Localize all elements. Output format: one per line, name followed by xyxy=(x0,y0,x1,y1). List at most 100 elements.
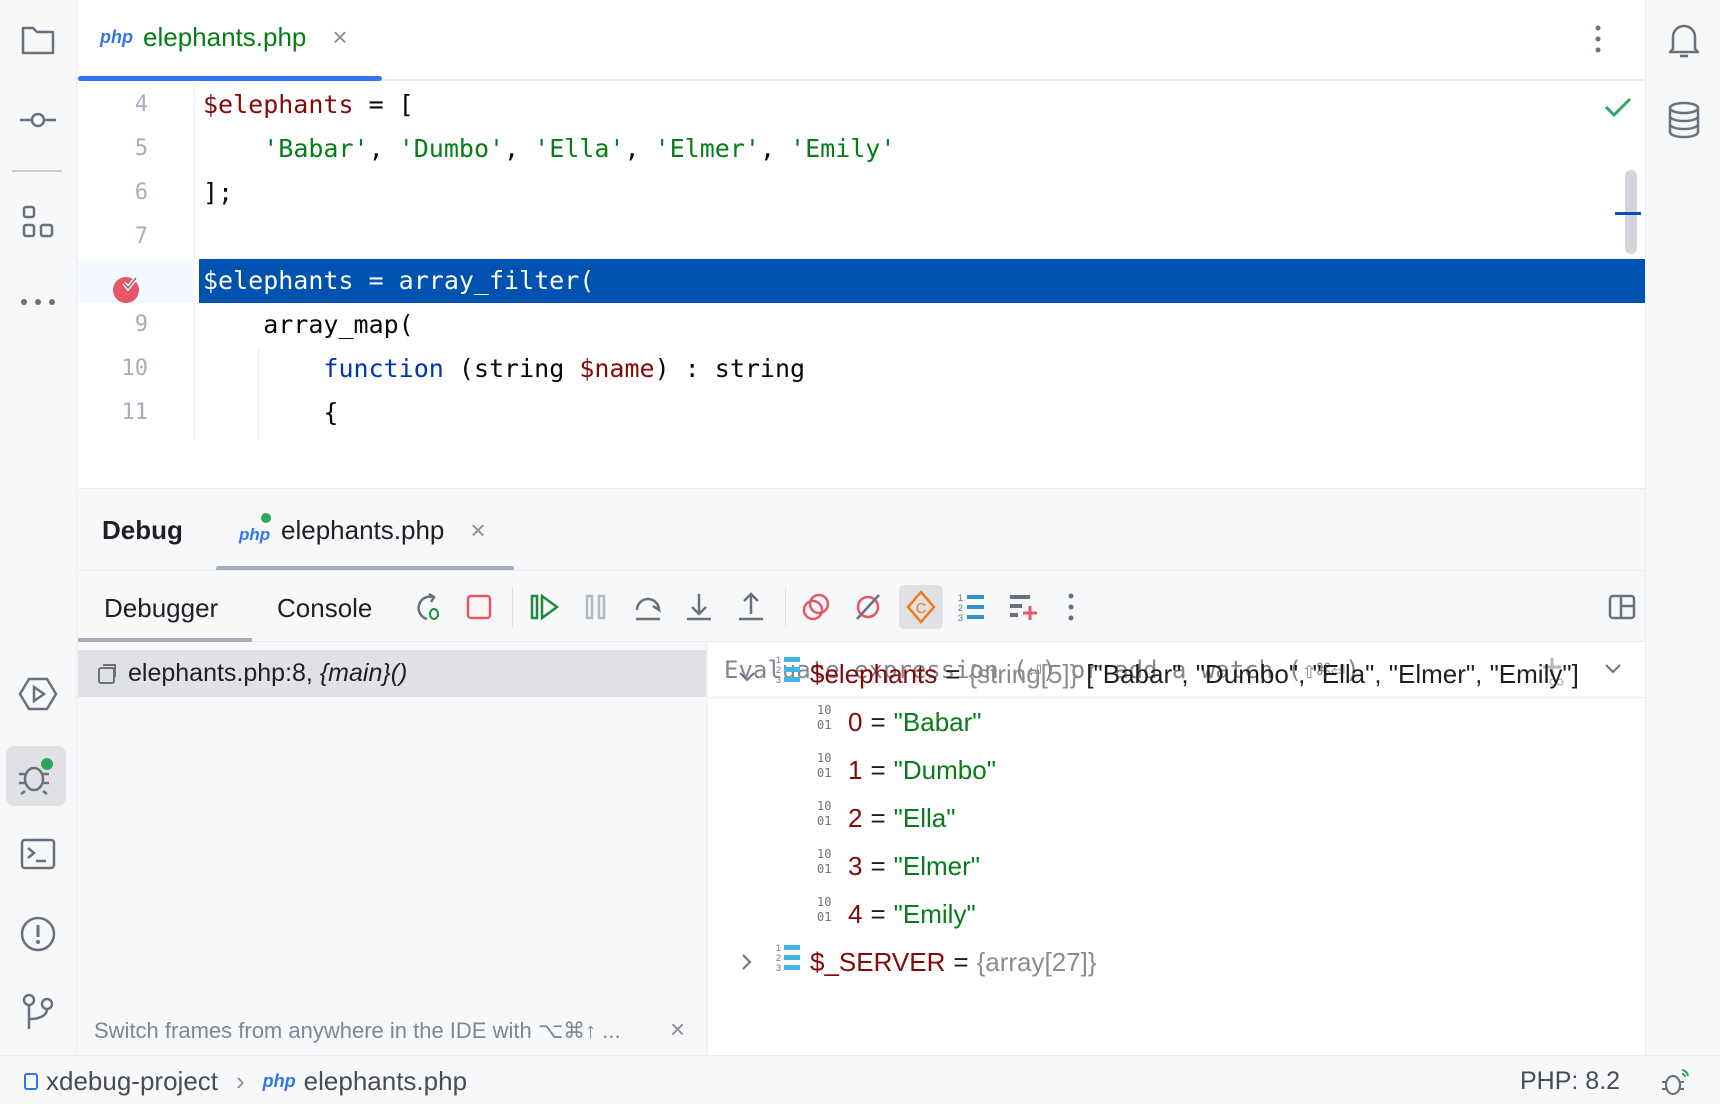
php-file-icon: php xyxy=(263,1071,296,1092)
line-number[interactable]: 10 xyxy=(78,347,148,391)
right-toolbar xyxy=(1645,0,1720,1055)
variable-child-row[interactable]: 10012="Ella" xyxy=(816,798,955,838)
code-line[interactable]: $elephants = [ xyxy=(199,83,1645,127)
debug-title: Debug xyxy=(102,515,183,546)
code-line[interactable]: function (string $name) : string xyxy=(199,347,1645,391)
line-number[interactable]: 6 xyxy=(78,171,148,215)
structure-icon[interactable] xyxy=(14,198,62,246)
code-line[interactable] xyxy=(199,215,1645,259)
variable-row[interactable]: 123$_SERVER={array[27]} xyxy=(738,942,1097,982)
close-hint-icon[interactable]: × xyxy=(670,1014,685,1045)
array-index: 4 xyxy=(848,894,862,934)
stop-icon[interactable] xyxy=(461,589,497,625)
array-index: 0 xyxy=(848,702,862,742)
resume-icon[interactable] xyxy=(527,589,563,625)
divider xyxy=(512,587,513,627)
tab-console[interactable]: Console xyxy=(277,593,372,624)
code-editor[interactable]: php elephants.php × 4 $elephants = [ 5 'Ba… xyxy=(78,0,1645,488)
current-execution-line[interactable]: $elephants = array_filter( xyxy=(199,259,1645,303)
database-icon[interactable] xyxy=(1660,96,1708,144)
code-token: array_map( xyxy=(203,310,414,339)
code-line[interactable]: array_map( xyxy=(199,303,1645,347)
variable-child-row[interactable]: 10014="Emily" xyxy=(816,894,976,934)
line-number[interactable]: 5 xyxy=(78,127,148,171)
more-options-icon[interactable] xyxy=(1594,24,1602,59)
php-version[interactable]: PHP: 8.2 xyxy=(1520,1067,1620,1096)
equals-sign: = xyxy=(945,654,960,694)
module-icon xyxy=(24,1073,38,1090)
svg-text:1: 1 xyxy=(776,943,781,953)
terminal-icon[interactable] xyxy=(14,830,62,878)
notifications-bell-icon[interactable] xyxy=(1660,16,1708,64)
variable-row[interactable]: 123$elephants={string[5]}["Babar", "Dumb… xyxy=(738,654,1579,694)
inspection-ok-check-icon[interactable] xyxy=(1604,96,1632,123)
string-value-icon: 1001 xyxy=(816,846,840,887)
more-actions-icon[interactable] xyxy=(1053,589,1089,625)
code-token: $name xyxy=(579,354,654,383)
line-number[interactable]: 7 xyxy=(78,215,148,259)
variable-child-row[interactable]: 10011="Dumbo" xyxy=(816,750,996,790)
svg-text:01: 01 xyxy=(817,814,831,828)
expand-history-chevron-icon[interactable] xyxy=(1604,662,1622,680)
code-line[interactable]: { xyxy=(199,391,1645,435)
code-token: 'Ella' xyxy=(534,134,624,163)
array-icon: 123 xyxy=(776,942,802,983)
more-icon[interactable] xyxy=(14,278,62,326)
variables-panel: Evaluate expression (⏎) or add a watch (… xyxy=(708,642,1645,1055)
code-token: 'Dumbo' xyxy=(399,134,504,163)
debug-icon[interactable] xyxy=(6,746,66,806)
equals-sign: = xyxy=(953,942,968,982)
frame-location: elephants.php:8, xyxy=(128,659,320,687)
problems-icon[interactable] xyxy=(14,910,62,958)
svg-text:3: 3 xyxy=(776,675,781,684)
variable-child-row[interactable]: 10010="Babar" xyxy=(816,702,982,742)
run-icon[interactable] xyxy=(14,670,62,718)
code-token xyxy=(203,354,323,383)
line-number[interactable]: 4 xyxy=(78,83,148,127)
step-out-icon[interactable] xyxy=(733,589,769,625)
chevron-right-icon[interactable] xyxy=(738,942,768,982)
variable-value: ["Babar", "Dumbo", "Ella", "Elmer", "Emi… xyxy=(1086,654,1579,694)
editor-tab-elephants-php[interactable]: php elephants.php × xyxy=(100,22,348,53)
add-watch-icon[interactable] xyxy=(1006,589,1042,625)
view-breakpoints-icon[interactable] xyxy=(798,589,834,625)
commit-icon[interactable] xyxy=(14,96,62,144)
close-tab-icon[interactable]: × xyxy=(332,22,347,53)
tab-debugger[interactable]: Debugger xyxy=(104,593,218,624)
svg-text:3: 3 xyxy=(776,963,781,972)
step-over-icon[interactable] xyxy=(630,589,666,625)
pause-icon[interactable] xyxy=(578,589,614,625)
svg-text:2: 2 xyxy=(776,665,781,675)
php-debug-session-icon: php xyxy=(239,513,273,547)
rerun-debug-icon[interactable] xyxy=(410,589,446,625)
svg-text:1: 1 xyxy=(776,655,781,665)
git-branch-icon[interactable] xyxy=(14,988,62,1036)
chevron-down-icon[interactable] xyxy=(738,654,768,694)
string-value: "Babar" xyxy=(894,702,982,742)
line-number[interactable]: 11 xyxy=(78,391,148,435)
breadcrumb-project[interactable]: xdebug-project xyxy=(46,1066,218,1097)
svg-text:10: 10 xyxy=(817,703,831,717)
svg-text:01: 01 xyxy=(817,766,831,780)
debug-listener-icon[interactable] xyxy=(1660,1066,1692,1103)
variable-child-row[interactable]: 10013="Elmer" xyxy=(816,846,980,886)
layout-settings-icon[interactable] xyxy=(1604,589,1640,625)
close-session-icon[interactable]: × xyxy=(470,515,485,546)
svg-text:2: 2 xyxy=(958,603,963,613)
code-line[interactable]: ]; xyxy=(199,171,1645,215)
folder-icon[interactable] xyxy=(14,16,62,64)
string-value-icon: 1001 xyxy=(816,702,840,743)
code-line[interactable]: 'Babar', 'Dumbo', 'Ella', 'Elmer', 'Emil… xyxy=(199,127,1645,171)
breakpoint-icon[interactable] xyxy=(111,273,143,310)
svg-text:01: 01 xyxy=(817,718,831,732)
debug-session-tab[interactable]: php elephants.php × xyxy=(239,513,486,547)
frames-list-icon[interactable]: 123 xyxy=(955,589,991,625)
status-bar: xdebug-project › php elephants.php PHP: … xyxy=(0,1055,1720,1104)
breadcrumb-file[interactable]: elephants.php xyxy=(304,1066,467,1097)
break-on-exception-toggle[interactable]: C xyxy=(899,585,943,629)
frame-item[interactable]: elephants.php:8, {main}() xyxy=(78,650,706,697)
step-into-icon[interactable] xyxy=(681,589,717,625)
code-token: { xyxy=(203,398,338,427)
string-value: "Emily" xyxy=(894,894,976,934)
mute-breakpoints-icon[interactable] xyxy=(850,589,886,625)
